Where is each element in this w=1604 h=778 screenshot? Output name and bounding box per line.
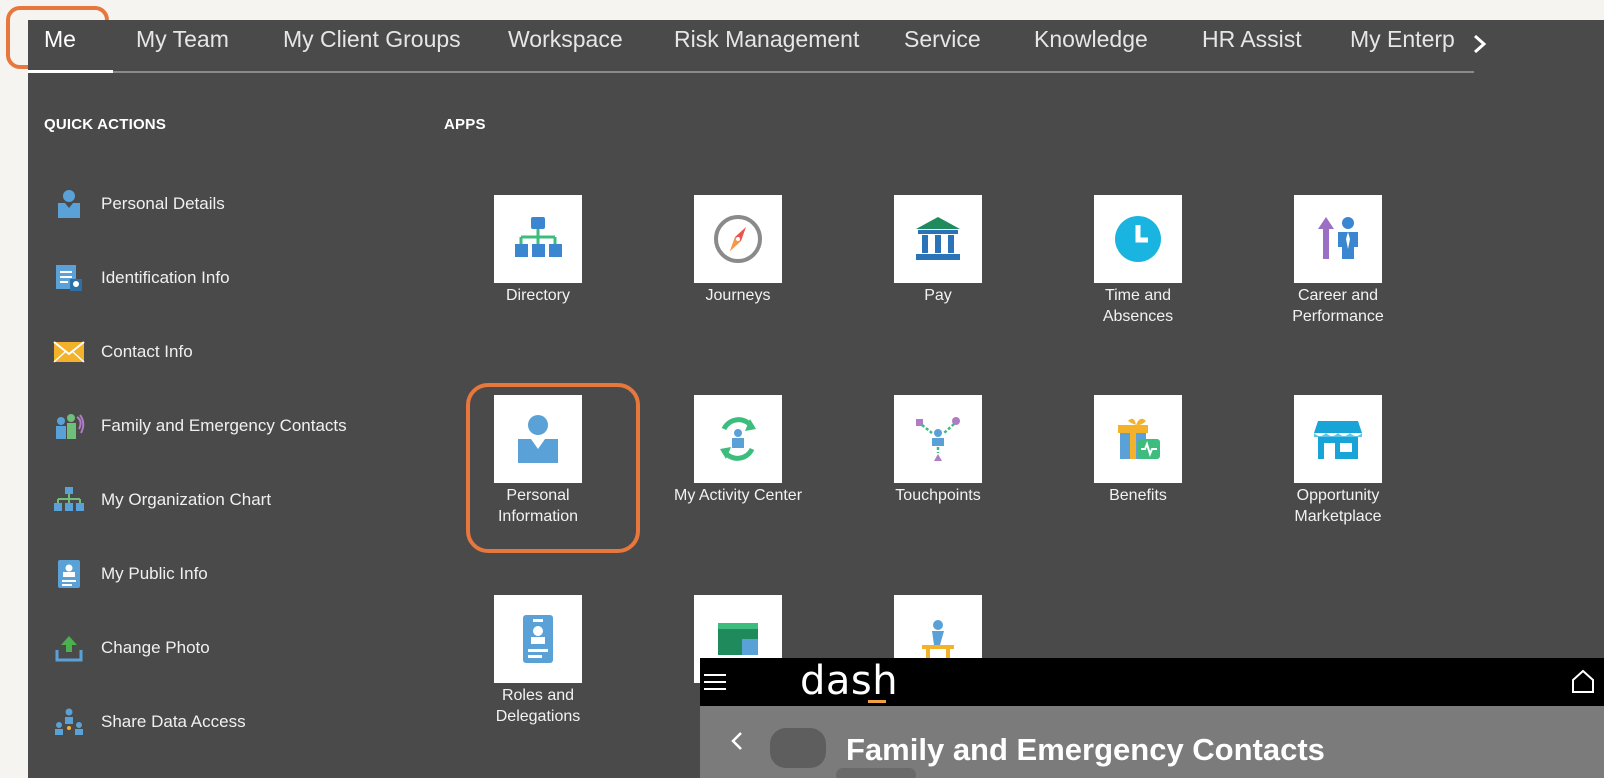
store-icon (1294, 395, 1382, 483)
envelope-icon (52, 335, 86, 369)
quick-action-label: My Public Info (101, 564, 208, 583)
app-label: Directory (505, 287, 570, 304)
tab-workspace[interactable]: Workspace (508, 26, 623, 53)
bank-icon (894, 195, 982, 283)
activity-cycle-icon (694, 395, 782, 483)
career-growth-icon (1294, 195, 1382, 283)
badge-icon (494, 595, 582, 683)
org-chart-icon (494, 195, 582, 283)
avatar (770, 728, 826, 768)
tab-risk-management[interactable]: Risk Management (674, 26, 859, 53)
compass-icon (694, 195, 782, 283)
app-journeys[interactable]: Journeys (653, 195, 823, 306)
upload-icon (52, 631, 86, 665)
clock-icon (1094, 195, 1182, 283)
app-pay[interactable]: Pay (853, 195, 1023, 306)
quick-action-label: Identification Info (101, 268, 230, 287)
app-opportunity-marketplace[interactable]: Opportunity Marketplace (1253, 395, 1423, 527)
app-benefits[interactable]: Benefits (1053, 395, 1223, 506)
quick-action-personal-details[interactable]: Personal Details (52, 186, 225, 222)
family-icon (52, 409, 86, 443)
quick-action-my-organization-chart[interactable]: My Organization Chart (52, 482, 271, 518)
active-tab-indicator (28, 70, 113, 73)
quick-action-label: Family and Emergency Contacts (101, 416, 347, 435)
app-label: Personal Information (497, 487, 579, 525)
chevron-right-icon[interactable] (1466, 30, 1494, 62)
quick-action-my-public-info[interactable]: My Public Info (52, 556, 208, 592)
app-label: Opportunity Marketplace (1294, 487, 1382, 525)
avatar-shadow (836, 768, 916, 778)
dash-header: dash (700, 658, 1604, 706)
quick-action-label: My Organization Chart (101, 490, 272, 509)
app-label: Roles and Delegations (495, 687, 581, 725)
gift-icon (1094, 395, 1182, 483)
app-time-and-absences[interactable]: Time and Absences (1053, 195, 1223, 327)
app-label: Touchpoints (895, 487, 981, 504)
tab-my-client-groups[interactable]: My Client Groups (283, 26, 461, 53)
quick-action-contact-info[interactable]: Contact Info (52, 334, 193, 370)
app-touchpoints[interactable]: Touchpoints (853, 395, 1023, 506)
app-my-activity-center[interactable]: My Activity Center (653, 395, 823, 506)
quick-actions-heading: QUICK ACTIONS (44, 116, 167, 133)
share-people-icon (52, 705, 86, 739)
id-document-icon (52, 261, 86, 295)
dash-logo: dash (800, 658, 899, 704)
screenshot-stage: Me My Team My Client Groups Workspace Ri… (0, 0, 1604, 778)
quick-action-label: Contact Info (101, 342, 193, 361)
person-icon (52, 187, 86, 221)
org-chart-icon (52, 483, 86, 517)
badge-icon (52, 557, 86, 591)
top-navigation: Me My Team My Client Groups Workspace Ri… (28, 20, 1584, 73)
apps-heading: APPS (444, 116, 486, 133)
touchpoints-icon (894, 395, 982, 483)
dash-overlay: dash Family and Emergency Contacts (700, 658, 1604, 778)
quick-action-share-data-access[interactable]: Share Data Access (52, 704, 246, 740)
app-label: Career and Performance (1292, 287, 1384, 325)
app-label: Pay (924, 287, 952, 304)
tab-knowledge[interactable]: Knowledge (1034, 26, 1148, 53)
app-roles-and-delegations[interactable]: Roles and Delegations (453, 595, 623, 727)
quick-action-change-photo[interactable]: Change Photo (52, 630, 210, 666)
tab-my-team[interactable]: My Team (136, 26, 229, 53)
tab-me[interactable]: Me (44, 26, 76, 53)
home-icon[interactable] (1570, 668, 1598, 696)
app-directory[interactable]: Directory (453, 195, 623, 306)
quick-action-identification-info[interactable]: Identification Info (52, 260, 230, 296)
quick-action-label: Personal Details (101, 194, 225, 213)
person-icon (494, 395, 582, 483)
hamburger-icon[interactable] (700, 666, 730, 698)
quick-action-label: Share Data Access (101, 712, 246, 731)
nav-divider (28, 71, 1474, 73)
page-title: Family and Emergency Contacts (846, 732, 1325, 767)
app-label: Time and Absences (1102, 287, 1174, 325)
app-label: My Activity Center (673, 487, 803, 504)
tab-my-enterprise[interactable]: My Enterp (1350, 26, 1455, 53)
app-personal-information[interactable]: Personal Information (453, 395, 623, 527)
app-label: Benefits (1109, 487, 1167, 504)
dash-logo-accent (868, 700, 886, 703)
app-label: Journeys (705, 287, 771, 304)
chevron-left-icon[interactable] (730, 728, 744, 759)
app-career-and-performance[interactable]: Career and Performance (1253, 195, 1423, 327)
quick-action-label: Change Photo (101, 638, 210, 657)
tab-hr-assist[interactable]: HR Assist (1202, 26, 1302, 53)
tab-service[interactable]: Service (904, 26, 981, 53)
quick-action-family-emergency-contacts[interactable]: Family and Emergency Contacts (52, 408, 347, 444)
